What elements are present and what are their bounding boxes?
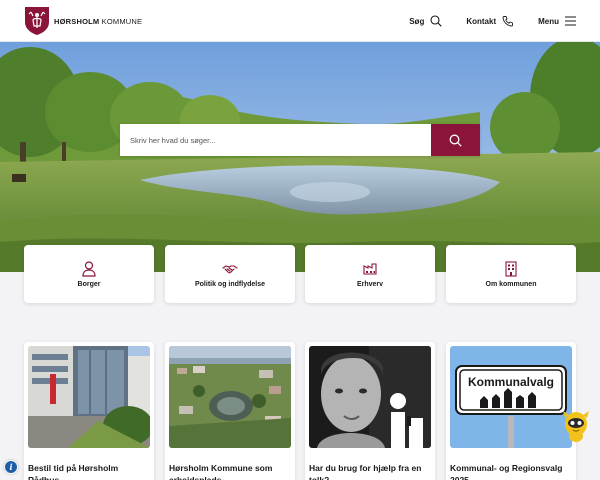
search-submit-button[interactable]	[431, 124, 480, 156]
contact-nav-label: Kontakt	[466, 16, 497, 26]
news-card-tolk[interactable]: Har du brug for hjælp fra en tolk?	[305, 342, 435, 480]
category-card-om-kommunen[interactable]: Om kommunen	[446, 245, 576, 303]
election-sign-photo: Kommunalvalg	[450, 346, 572, 448]
logo-name-regular: KOMMUNE	[101, 16, 143, 26]
town-hall-photo	[28, 346, 150, 448]
chatbot-mascot-icon[interactable]	[562, 408, 590, 444]
election-sign-text: Kommunalvalg	[468, 375, 554, 389]
factory-icon	[363, 263, 377, 275]
category-label: Erhverv	[356, 280, 384, 288]
news-title: Hørsholm Kommune som arbejdsplads	[169, 463, 273, 480]
search-icon	[430, 15, 443, 27]
news-title: Bestil tid på Hørsholm Rådhus	[28, 463, 119, 480]
category-label: Om kommunen	[485, 280, 537, 288]
handshake-icon	[222, 264, 238, 273]
news-title: Kommunal- og Regionsvalg 2025	[450, 463, 563, 480]
interpreter-boy-photo	[309, 346, 431, 448]
accessibility-info-button[interactable]: i	[4, 460, 18, 474]
category-label: Borger	[77, 280, 101, 288]
coat-of-arms-icon	[25, 7, 49, 35]
contact-nav-button[interactable]: Kontakt	[466, 15, 514, 27]
info-icon: i	[9, 462, 13, 472]
phone-icon	[502, 16, 514, 27]
person-icon	[82, 260, 96, 277]
news-card-radhus[interactable]: Bestil tid på Hørsholm Rådhus	[24, 342, 154, 480]
menu-nav-button[interactable]: Menu	[538, 16, 576, 26]
logo-name-bold: HØRSHOLM	[54, 16, 100, 26]
category-card-politik[interactable]: Politik og indflydelse	[165, 245, 295, 303]
building-icon	[505, 260, 517, 277]
menu-nav-label: Menu	[538, 16, 559, 26]
search-icon	[449, 134, 462, 147]
search-nav-button[interactable]: Søg	[409, 15, 443, 27]
news-title: Har du brug for hjælp fra en tolk?	[309, 463, 422, 480]
site-logo[interactable]: HØRSHOLM KOMMUNE	[24, 6, 142, 36]
category-card-borger[interactable]: Borger	[24, 245, 154, 303]
logo-wordmark: HØRSHOLM KOMMUNE	[54, 17, 142, 26]
hamburger-icon	[565, 16, 576, 26]
site-search-bar	[120, 124, 480, 156]
search-input[interactable]	[120, 124, 431, 156]
search-nav-label: Søg	[409, 16, 425, 26]
news-card-arbejdsplads[interactable]: Hørsholm Kommune som arbejdsplads	[165, 342, 295, 480]
hero-banner	[0, 42, 600, 272]
news-card-valg[interactable]: Kommunalvalg Kommunal- og Regionsvalg 20…	[446, 342, 576, 480]
category-label: Politik og indflydelse	[194, 280, 265, 288]
site-header: HØRSHOLM KOMMUNE Søg Kontakt Menu	[0, 0, 600, 42]
hero-landscape-image	[0, 42, 600, 272]
category-card-erhverv[interactable]: Erhverv	[305, 245, 435, 303]
aerial-town-photo	[169, 346, 291, 448]
main-nav: Søg Kontakt Menu	[385, 0, 576, 42]
